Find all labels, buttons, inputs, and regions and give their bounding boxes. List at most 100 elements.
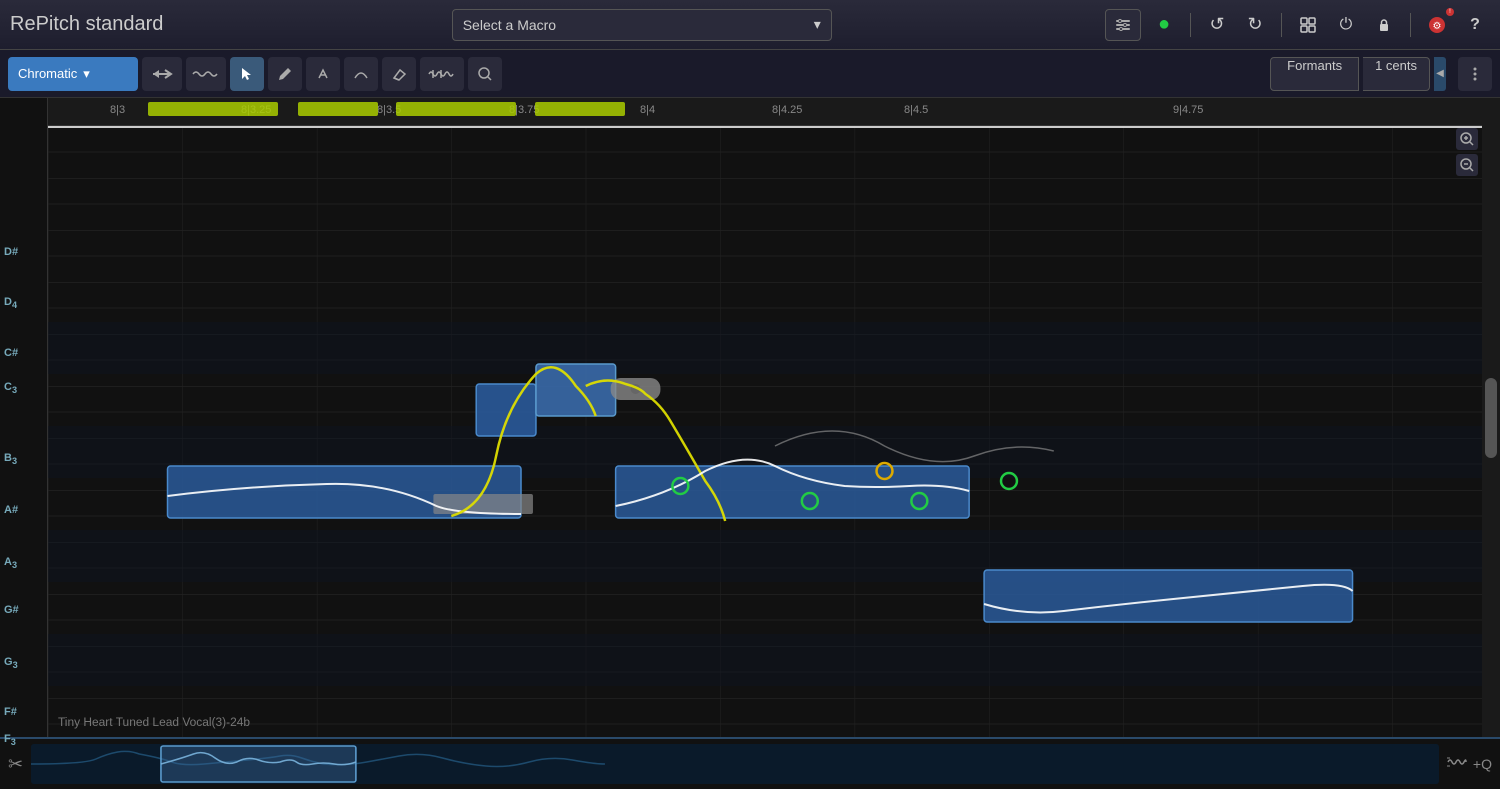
pitch-label-gs: G# [4,604,19,616]
help-button[interactable]: ? [1460,10,1490,40]
lock-button[interactable] [1369,10,1399,40]
svg-text:⚙: ⚙ [1433,21,1442,32]
extra-tools-button[interactable] [1458,57,1492,91]
cents-display[interactable]: 1 cents [1363,57,1430,91]
chromatic-dropdown[interactable]: Chromatic ▾ [8,57,138,91]
file-label-text: Tiny Heart Tuned Lead Vocal(3)-24b [58,715,250,729]
right-scrollbar[interactable] [1482,98,1500,737]
macro-settings-button[interactable] [1105,9,1141,41]
logo-repitch: RePitch [10,13,80,35]
pitch-label-fs: F# [4,706,17,718]
bottom-right-icons: +Q [1447,754,1492,775]
pitch-label-a3: A3 [4,556,17,570]
timeline-segment-2 [298,102,378,116]
editor-container: D# D4 C# C3 B3 A# A3 G# G3 F# F3 8|3 8|3… [0,98,1500,737]
grid-button[interactable] [1293,10,1323,40]
black-key-row-4 [48,634,1482,686]
center-line [48,126,1482,128]
pitch-label-ds: D# [4,246,18,258]
zoom-out-button[interactable] [1456,154,1478,176]
divider-1 [1190,13,1191,37]
settings-icon: ⚙ [1428,16,1446,34]
zoom-fit-button[interactable]: +Q [1473,756,1492,772]
toolbar: Chromatic ▾ [0,50,1500,98]
macro-select-dropdown[interactable]: Select a Macro ▾ [452,9,832,41]
pitch-label-d4: D4 [4,296,17,310]
timeline-segment-1 [148,102,278,116]
top-bar: RePitch standard Select a Macro ▾ ● ↺ ↻ [0,0,1500,50]
status-green-button[interactable]: ● [1149,10,1179,40]
lock-icon [1376,17,1392,33]
pitch-label-c3: C3 [4,381,17,395]
scroll-thumb[interactable] [1485,378,1497,458]
pitch-label-b3: B3 [4,452,17,466]
zoom-in-button[interactable] [1456,128,1478,150]
timeline-ruler: 8|3 8|3.25 8|3.5 8|3.75 8|4 8|4.25 8|4.5… [48,98,1482,126]
curve-icon [353,66,369,82]
pitch-editor-svg[interactable]: Tiny Heart Tuned Lead Vocal(3)-24b [48,126,1482,737]
piano-keys: D# D4 C# C3 B3 A# A3 G# G3 F# F3 [0,98,48,737]
zoom-in-icon [1460,132,1474,146]
pitch-label-g3: G3 [4,656,18,670]
macro-select-label: Select a Macro [463,17,556,33]
follow-playhead-button[interactable] [142,57,182,91]
grid-icon [1299,16,1317,34]
pencil-tool-button[interactable] [268,57,302,91]
black-key-row-2 [48,322,1482,374]
chromatic-arrow: ▾ [83,66,90,82]
macro-dropdown-arrow: ▾ [814,16,821,33]
waveform-overview[interactable] [31,744,1439,784]
sliders-icon [1114,16,1132,34]
waveform-icon [191,66,221,82]
eraser-icon [391,66,407,82]
search-icon [477,66,493,82]
waveform-button[interactable] [186,57,226,91]
pen-icon [315,66,331,82]
eraser-tool-button[interactable] [382,57,416,91]
note-block-5[interactable] [984,570,1352,622]
formants-button[interactable]: Formants [1270,57,1359,91]
note-block-3[interactable] [536,364,616,416]
mark-8-4: 8|4 [640,104,655,116]
squiggle-tool-button[interactable] [420,57,464,91]
zoom-out-icon [1460,158,1474,172]
scissors-button[interactable]: ✂ [8,754,23,775]
divider-2 [1281,13,1282,37]
divider-3 [1410,13,1411,37]
settings-button[interactable]: ⚙ ! [1422,10,1452,40]
mark-8-4-5: 8|4.5 [904,104,928,116]
logo: RePitch standard [10,13,163,36]
undo-button[interactable]: ↺ [1202,10,1232,40]
squiggle-icon [427,66,457,82]
logo-standard: standard [86,13,164,35]
pitch-label-as: A# [4,504,18,516]
follow-icon [151,66,173,82]
select-tool-button[interactable] [230,57,264,91]
select-icon [239,66,255,82]
extra-icon [1467,66,1483,82]
cents-expand-button[interactable]: ◀ [1434,57,1446,91]
waveform-toggle-icon [1447,754,1467,770]
pitch-label-cs: C# [4,347,18,359]
mark-8-3: 8|3 [110,104,125,116]
pen-tool-button[interactable] [306,57,340,91]
waveform-svg [31,744,1439,784]
note-block-grey-1[interactable] [433,494,533,514]
redo-button[interactable]: ↻ [1240,10,1270,40]
search-tool-button[interactable] [468,57,502,91]
chromatic-label: Chromatic [18,66,77,81]
cents-value: 1 cents [1375,58,1417,73]
mark-9-4-75: 9|4.75 [1173,104,1203,116]
pitch-label-f3: F3 [4,733,16,747]
zoom-controls [1456,128,1478,176]
bottom-bar: ✂ +Q [0,737,1500,789]
timeline-segment-3 [396,102,516,116]
waveform-toggle-button[interactable] [1447,754,1467,775]
main-canvas[interactable]: 8|3 8|3.25 8|3.5 8|3.75 8|4 8|4.25 8|4.5… [48,98,1482,737]
power-button[interactable]: ⏻ [1331,10,1361,40]
note-block-2[interactable] [476,384,536,436]
curve-tool-button[interactable] [344,57,378,91]
formants-label: Formants [1287,58,1342,73]
mark-8-4-25: 8|4.25 [772,104,802,116]
timeline-segment-4 [535,102,625,116]
